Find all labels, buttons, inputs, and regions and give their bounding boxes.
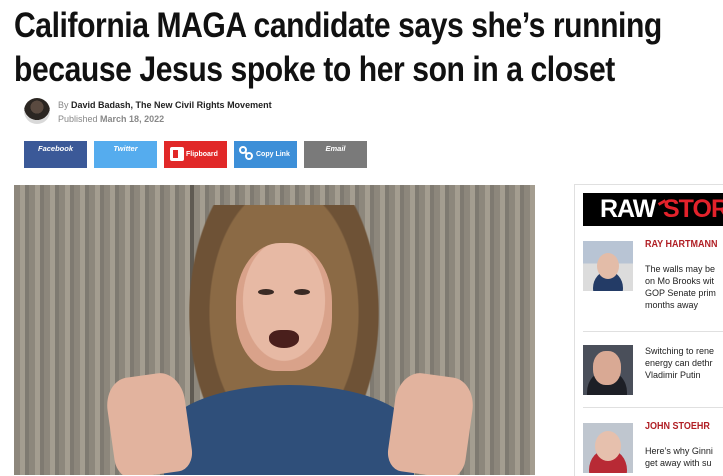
story-author[interactable]: JOHN STOEHR (645, 421, 710, 432)
video-person-hand-left (103, 370, 195, 475)
sidebar-divider (583, 407, 723, 408)
video-person-mouth (269, 330, 299, 348)
share-email-button[interactable]: Email (304, 141, 367, 168)
sidebar: RAW STOR RAY HARTMANN The walls may be o… (574, 184, 723, 476)
author-link[interactable]: David Badash, The New Civil Rights Movem… (71, 100, 272, 110)
story-text-line[interactable]: The walls may be (645, 263, 715, 275)
by-label: By (58, 100, 69, 110)
share-flipboard-label: Flipboard (186, 151, 218, 158)
story-text-line[interactable]: GOP Senate prim (645, 287, 716, 299)
article-headline: California MAGA candidate says she’s run… (14, 4, 662, 92)
share-facebook-button[interactable]: Facebook (24, 141, 87, 168)
headline-line-1: California MAGA candidate says she’s run… (14, 6, 662, 45)
link-icon (239, 146, 253, 160)
video-person-hand-right (385, 370, 477, 475)
logo-raw-text: RAW (600, 195, 656, 223)
story-text-line[interactable]: Switching to rene (645, 345, 714, 357)
byline-author-row: By David Badash, The New Civil Rights Mo… (58, 100, 272, 110)
story-thumbnail[interactable] (583, 241, 633, 291)
story-text-line[interactable]: Vladimir Putin (645, 369, 701, 381)
byline-date-row: Published March 18, 2022 (58, 114, 164, 124)
video-person-face (236, 243, 332, 371)
video-person-eye-left (258, 289, 274, 295)
story-author[interactable]: RAY HARTMANN (645, 239, 718, 250)
share-facebook-label: Facebook (37, 144, 73, 153)
story-text-line[interactable]: energy can dethr (645, 357, 713, 369)
headline-line-2: because Jesus spoke to her son in a clos… (14, 50, 615, 89)
sidebar-divider (583, 331, 723, 332)
copy-link-label: Copy Link (256, 151, 290, 158)
published-date: March 18, 2022 (100, 114, 165, 124)
story-text-line[interactable]: get away with su (645, 457, 712, 469)
video-person-eye-right (294, 289, 310, 295)
share-email-label: Email (325, 144, 346, 153)
story-thumbnail[interactable] (583, 345, 633, 395)
copy-link-button[interactable]: Copy Link (234, 141, 297, 168)
published-label: Published (58, 114, 98, 124)
video-player[interactable] (14, 185, 535, 475)
story-text-line[interactable]: Here’s why Ginni (645, 445, 713, 457)
story-text-line[interactable]: on Mo Brooks wit (645, 275, 714, 287)
story-thumbnail[interactable] (583, 423, 633, 473)
share-twitter-button[interactable]: Twitter (94, 141, 157, 168)
rawstory-logo[interactable]: RAW STOR (583, 193, 723, 226)
share-flipboard-button[interactable]: Flipboard (164, 141, 227, 168)
video-person-body (164, 385, 414, 475)
author-avatar (24, 98, 50, 124)
story-text-line[interactable]: months away (645, 299, 698, 311)
logo-story-text: STOR (663, 195, 723, 223)
flipboard-icon (170, 147, 184, 161)
share-twitter-label: Twitter (113, 144, 138, 153)
